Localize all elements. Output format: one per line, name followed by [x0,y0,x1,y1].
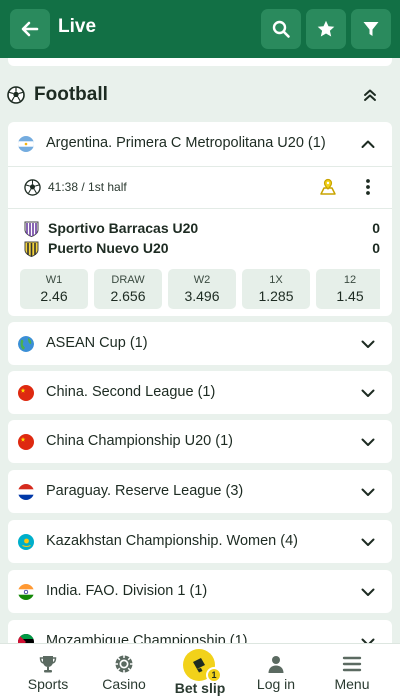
league-row[interactable]: India. FAO. Division 1 (1) [8,570,392,613]
league-row[interactable]: Paraguay. Reserve League (3) [8,470,392,513]
top-bar: Live [0,0,400,58]
page-title: Live [58,16,97,37]
league-name: China. Second League (1) [46,384,216,400]
odd-12[interactable]: 12 1.45 [316,269,380,309]
argentina-flag-icon [18,136,34,152]
nav-bet-slip[interactable]: 1 Bet slip [160,644,240,700]
star-icon [317,20,335,37]
football-icon [24,179,41,196]
odd-draw[interactable]: DRAW 2.656 [94,269,162,309]
odds-row: W1 2.46 DRAW 2.656 W2 3.496 1X 1.285 12 … [20,269,380,309]
double-chevron-up-icon[interactable] [362,87,378,103]
team-score: 0 [372,240,380,256]
nav-label: Bet slip [174,680,226,696]
more-options-icon[interactable] [365,178,371,196]
team-name: Puerto Nuevo U20 [48,240,169,256]
chevron-down-icon[interactable] [360,535,376,549]
nav-login[interactable]: Log in [236,644,316,700]
league-name: ASEAN Cup (1) [46,335,148,351]
odd-label: 1X [269,274,283,286]
team-crest-icon [24,221,39,237]
league-name: India. FAO. Division 1 (1) [46,583,208,599]
search-button[interactable] [261,9,301,49]
league-name: Paraguay. Reserve League (3) [46,483,244,499]
away-team: Puerto Nuevo U20 0 [24,240,380,258]
globe-icon [18,336,34,352]
chevron-down-icon[interactable] [360,485,376,499]
odd-label: W1 [45,274,63,286]
match-card[interactable]: 41:38 / 1st half Sportivo Barracas U20 0… [8,166,392,316]
sport-header[interactable]: Football [0,78,400,112]
filter-icon [363,22,379,36]
league-name: China Championship U20 (1) [46,433,233,449]
odd-value: 1.45 [336,288,364,304]
league-row[interactable]: China. Second League (1) [8,371,392,414]
back-button[interactable] [10,9,50,49]
bottom-nav: Sports Casino 1 Bet slip Log in Menu [0,643,400,700]
league-row[interactable]: China Championship U20 (1) [8,420,392,463]
home-team: Sportivo Barracas U20 0 [24,220,380,238]
china-flag-icon [18,385,34,401]
nav-menu[interactable]: Menu [312,644,392,700]
team-name: Sportivo Barracas U20 [48,220,199,236]
search-icon [272,20,290,38]
odd-label: W2 [193,274,211,286]
nav-sports[interactable]: Sports [8,644,88,700]
odd-w2[interactable]: W2 3.496 [168,269,236,309]
previous-section-edge [8,58,392,66]
team-score: 0 [372,220,380,236]
odd-w1[interactable]: W1 2.46 [20,269,88,309]
odd-label: DRAW [111,274,145,286]
hamburger-menu-icon [342,656,362,672]
league-name: Argentina. Primera C Metropolitana U20 (… [46,135,326,151]
casino-chip-icon [115,655,133,673]
nav-label: Casino [102,676,146,692]
team-crest-icon [24,241,39,257]
arrow-left-icon [21,21,39,37]
chevron-down-icon[interactable] [360,386,376,400]
odd-value: 1.285 [258,288,294,304]
nav-label: Sports [27,676,69,692]
favorites-button[interactable] [306,9,346,49]
league-row[interactable]: Kazakhstan Championship. Women (4) [8,520,392,563]
trophy-icon [39,656,57,673]
nav-label: Log in [256,676,296,692]
paraguay-flag-icon [18,484,34,500]
user-icon [268,656,284,673]
chevron-down-icon[interactable] [360,585,376,599]
chevron-down-icon[interactable] [360,435,376,449]
nav-casino[interactable]: Casino [84,644,164,700]
filter-button[interactable] [351,9,391,49]
chevron-down-icon[interactable] [360,337,376,351]
odd-label: 12 [343,274,357,286]
league-row-expanded[interactable]: Argentina. Primera C Metropolitana U20 (… [8,122,392,166]
league-name: Kazakhstan Championship. Women (4) [46,533,298,549]
divider [8,208,392,209]
match-time: 41:38 / 1st half [48,180,127,194]
league-row[interactable]: ASEAN Cup (1) [8,322,392,365]
odd-value: 2.46 [40,288,68,304]
india-flag-icon [18,584,34,600]
odd-value: 2.656 [110,288,146,304]
football-icon [7,86,25,104]
sport-name: Football [34,84,108,105]
nav-label: Menu [334,676,370,692]
field-map-icon[interactable] [319,178,337,196]
kazakhstan-flag-icon [18,534,34,550]
chevron-up-icon[interactable] [360,137,376,151]
odd-value: 3.496 [184,288,220,304]
odd-1x[interactable]: 1X 1.285 [242,269,310,309]
china-flag-icon [18,434,34,450]
